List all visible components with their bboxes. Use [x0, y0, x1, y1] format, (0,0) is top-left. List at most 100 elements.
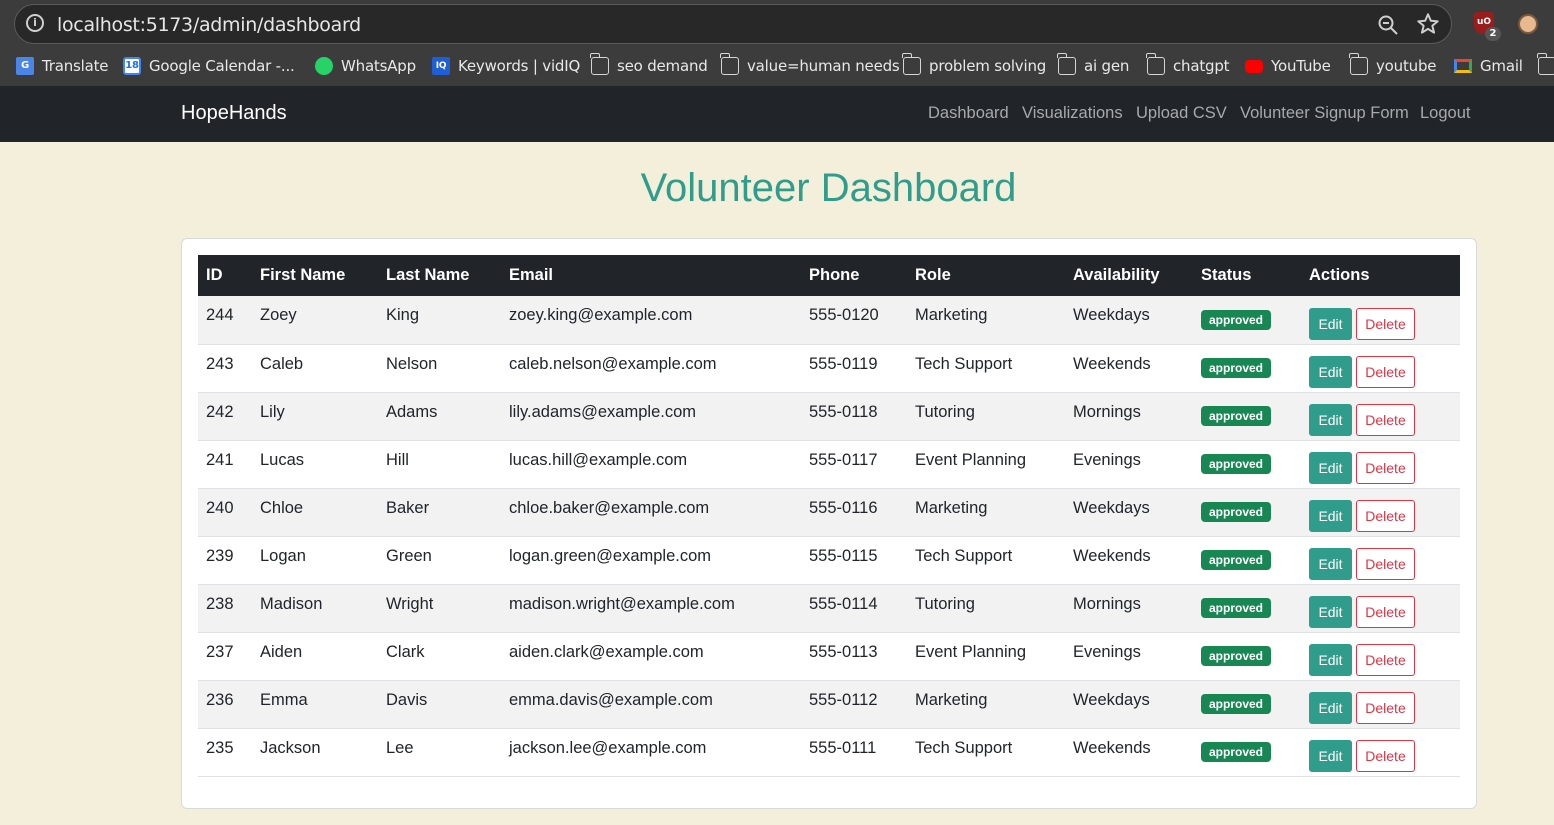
- cell-role-text: Tutoring: [915, 402, 975, 421]
- edit-button[interactable]: Edit: [1309, 404, 1352, 436]
- cell-last-name: Clark: [378, 632, 501, 681]
- cell-email: chloe.baker@example.com: [501, 488, 801, 537]
- cell-phone-text: 555-0115: [809, 546, 878, 565]
- vidiq-icon: IQ: [432, 57, 450, 75]
- cell-id: 238: [198, 584, 252, 633]
- cell-first-name: Zoey: [252, 296, 378, 345]
- edit-button[interactable]: Edit: [1309, 644, 1352, 676]
- browser-chrome: i localhost:5173/admin/dashboard uO 2 G …: [0, 0, 1554, 86]
- cell-availability-text: Mornings: [1073, 594, 1141, 613]
- bookmark-youtube[interactable]: YouTube: [1245, 54, 1331, 78]
- bookmark-ai-gen[interactable]: ai gen: [1057, 53, 1129, 78]
- status-badge: approved: [1201, 454, 1272, 474]
- cell-phone-text: 555-0111: [809, 738, 877, 757]
- bookmark-whatsapp[interactable]: WhatsApp: [315, 54, 416, 78]
- nav-upload-csv[interactable]: Upload CSV: [1136, 104, 1227, 123]
- bookmark-youtube-folder[interactable]: youtube: [1349, 53, 1437, 78]
- cell-role: Tutoring: [907, 392, 1065, 441]
- delete-button[interactable]: Delete: [1356, 740, 1415, 772]
- edit-button[interactable]: Edit: [1309, 307, 1352, 340]
- nav-logout[interactable]: Logout: [1420, 104, 1470, 123]
- status-badge: approved: [1201, 406, 1272, 426]
- edit-button[interactable]: Edit: [1309, 692, 1352, 724]
- cell-id-text: 237: [206, 642, 234, 661]
- bookmark-star-icon[interactable]: [1415, 11, 1441, 37]
- edit-button[interactable]: Edit: [1309, 548, 1352, 580]
- bookmark-google-calendar[interactable]: 18 Google Calendar -...: [123, 54, 295, 78]
- profile-avatar-icon[interactable]: [1518, 14, 1538, 34]
- cell-role-text: Event Planning: [915, 450, 1026, 469]
- cell-availability: Weekdays: [1065, 680, 1193, 729]
- volunteer-table: ID First Name Last Name Email Phone Role…: [198, 255, 1460, 777]
- cell-phone-text: 555-0119: [809, 354, 878, 373]
- bookmark-label: chatgpt: [1173, 57, 1230, 75]
- zoom-icon[interactable]: [1377, 14, 1399, 36]
- delete-button[interactable]: Delete: [1356, 404, 1415, 436]
- cell-availability: Weekdays: [1065, 296, 1193, 345]
- whatsapp-icon: [315, 57, 333, 75]
- bookmark-gmail[interactable]: Gmail: [1454, 54, 1523, 78]
- delete-button[interactable]: Delete: [1356, 548, 1415, 580]
- edit-button[interactable]: Edit: [1309, 452, 1352, 484]
- cell-availability-text: Mornings: [1073, 402, 1141, 421]
- cell-availability: Weekends: [1065, 728, 1193, 777]
- nav-volunteer-signup-form[interactable]: Volunteer Signup Form: [1240, 104, 1409, 123]
- address-bar[interactable]: i localhost:5173/admin/dashboard: [14, 4, 1452, 44]
- cell-status: approved: [1193, 728, 1301, 777]
- delete-button[interactable]: Delete: [1356, 356, 1415, 388]
- cell-phone-text: 555-0113: [809, 642, 878, 661]
- column-header-availability: Availability: [1065, 255, 1193, 296]
- cell-first-name-text: Lily: [260, 402, 285, 421]
- bookmark-value-human-needs[interactable]: value=human needs: [720, 53, 900, 78]
- cell-last-name: Hill: [378, 440, 501, 489]
- folder-icon: [1057, 53, 1076, 75]
- brand-logo[interactable]: HopeHands: [181, 102, 287, 125]
- table-row: 238 Madison Wright madison.wright@example.c…: [198, 584, 1460, 633]
- cell-email-text: zoey.king@example.com: [509, 306, 693, 325]
- cell-actions: Edit Delete: [1301, 344, 1460, 393]
- cell-availability-text: Weekends: [1073, 354, 1151, 373]
- status-badge: approved: [1201, 646, 1272, 666]
- delete-button[interactable]: Delete: [1356, 452, 1415, 484]
- delete-button[interactable]: Delete: [1356, 596, 1415, 628]
- cell-phone-text: 555-0112: [809, 690, 878, 709]
- cell-id: 242: [198, 392, 252, 441]
- cell-role-text: Tech Support: [915, 738, 1013, 757]
- cell-id-text: 236: [206, 690, 234, 709]
- cell-id: 244: [198, 296, 252, 345]
- delete-button[interactable]: Delete: [1356, 500, 1415, 532]
- nav-dashboard[interactable]: Dashboard: [928, 104, 1009, 123]
- status-badge: approved: [1201, 694, 1272, 714]
- cell-role-text: Marketing: [915, 498, 988, 517]
- edit-button[interactable]: Edit: [1309, 356, 1352, 388]
- cell-status: approved: [1193, 296, 1301, 345]
- bookmark-problem-solving[interactable]: problem solving: [902, 53, 1046, 78]
- cell-phone: 555-0113: [801, 632, 907, 681]
- gmail-icon: [1454, 59, 1472, 73]
- bookmark-chatgpt[interactable]: chatgpt: [1146, 53, 1230, 78]
- cell-last-name-text: Davis: [386, 690, 428, 709]
- site-info-icon[interactable]: i: [26, 14, 44, 32]
- url-text[interactable]: localhost:5173/admin/dashboard: [57, 14, 361, 36]
- cell-actions: Edit Delete: [1301, 440, 1460, 489]
- cell-email: jackson.lee@example.com: [501, 728, 801, 777]
- cell-phone: 555-0111: [801, 728, 907, 777]
- cell-email-text: madison.wright@example.com: [509, 594, 735, 613]
- delete-button[interactable]: Delete: [1356, 644, 1415, 676]
- edit-button[interactable]: Edit: [1309, 596, 1352, 628]
- cell-actions: Edit Delete: [1301, 680, 1460, 729]
- bookmark-vidiq[interactable]: IQ Keywords | vidIQ: [432, 54, 580, 78]
- cell-id-text: 241: [206, 450, 234, 469]
- cell-email: madison.wright@example.com: [501, 584, 801, 633]
- delete-button[interactable]: Delete: [1356, 692, 1415, 724]
- google-translate-icon: G: [16, 57, 34, 75]
- cell-id: 237: [198, 632, 252, 681]
- edit-button[interactable]: Edit: [1309, 740, 1352, 772]
- cell-phone: 555-0114: [801, 584, 907, 633]
- bookmark-translate[interactable]: G Translate: [16, 54, 109, 78]
- bookmark-overflow[interactable]: [1537, 53, 1554, 78]
- bookmark-seo-demand[interactable]: seo demand: [590, 53, 708, 78]
- delete-button[interactable]: Delete: [1356, 307, 1415, 340]
- edit-button[interactable]: Edit: [1309, 500, 1352, 532]
- nav-visualizations[interactable]: Visualizations: [1022, 104, 1123, 123]
